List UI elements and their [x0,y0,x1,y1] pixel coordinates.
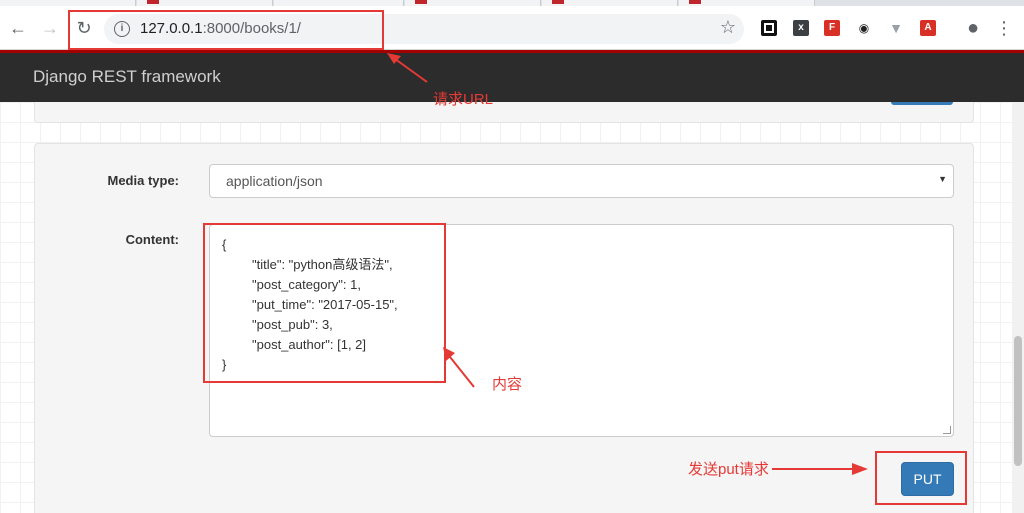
content-highlight-box [203,223,446,383]
put-annotation: 发送put请求 [688,461,769,478]
extension-icon[interactable]: ▼ [888,20,904,36]
url-annotation: 请求URL [433,91,494,108]
extension-icon[interactable]: A [920,20,936,36]
star-icon[interactable]: ☆ [720,17,736,38]
extension-icon[interactable]: ◉ [856,20,872,36]
resize-handle[interactable] [943,426,951,434]
brand-link[interactable]: Django REST framework [33,67,221,87]
media-type-select[interactable]: application/json ▼ [209,164,954,198]
navbar: Django REST framework [0,50,1024,102]
page-scrollbar[interactable] [1012,102,1024,513]
put-arrow [772,463,868,475]
media-type-label: Media type: [107,173,179,188]
url-highlight-box [68,10,384,50]
extension-icon[interactable] [761,20,777,36]
tab-favicon [147,0,159,4]
scrollbar-thumb[interactable] [1014,336,1022,466]
back-icon[interactable]: ← [6,16,30,40]
content-annotation: 内容 [492,376,523,393]
page-content: Media type: application/json ▼ Content: … [0,102,1012,513]
content-arrow [443,347,475,388]
content-label: Content: [125,232,179,247]
url-arrow [387,53,428,83]
previous-submit-button[interactable] [891,102,953,105]
extension-icon[interactable]: x [793,20,809,36]
forward-icon[interactable]: → [38,16,62,40]
account-icon[interactable]: ● [961,16,985,40]
tab-favicon [552,0,564,4]
menu-icon[interactable]: ⋮ [992,16,1016,40]
extension-icon[interactable]: F [824,20,840,36]
tab-favicon [689,0,701,4]
put-form-well: Media type: application/json ▼ Content: … [34,143,974,513]
put-highlight-box [875,451,967,505]
media-type-value: application/json [226,173,323,189]
tab-favicon [415,0,427,4]
previous-form-well [34,102,974,123]
caret-down-icon: ▼ [938,174,947,184]
